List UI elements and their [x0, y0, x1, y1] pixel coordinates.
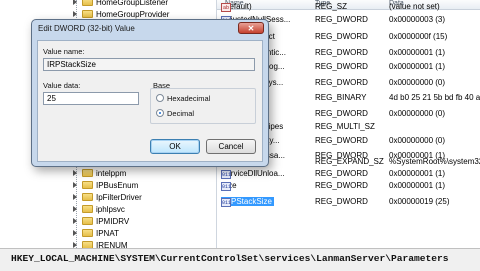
value-type-cell: REG_DWORD — [315, 15, 368, 24]
value-name-cell: 011 IRPStackSize — [221, 197, 274, 207]
tree-item[interactable]: iphlpsvc — [72, 203, 125, 215]
value-data-cell: 0x00000000 (0) — [389, 109, 446, 118]
folder-icon — [82, 181, 93, 189]
value-row[interactable]: 011Size REG_DWORD 0x00000001 (1) — [217, 180, 480, 192]
status-bar: HKEY_LOCAL_MACHINE\SYSTEM\CurrentControl… — [0, 248, 480, 271]
value-data-cell: 0x00000000 (0) — [389, 136, 446, 145]
value-name-cell: 011Size — [221, 181, 237, 191]
value-type-cell: REG_DWORD — [315, 48, 368, 57]
cancel-button[interactable]: Cancel — [206, 139, 256, 154]
folder-icon — [82, 205, 93, 213]
value-data-field[interactable]: 25 — [43, 92, 139, 105]
value-data-cell: 0x00000000 (0) — [389, 78, 446, 87]
expand-arrow-icon[interactable] — [72, 229, 79, 237]
value-data-cell: 0x00000001 (1) — [389, 62, 446, 71]
binary-value-icon: 011 — [221, 182, 232, 191]
value-type-cell: REG_DWORD — [315, 197, 368, 206]
string-value-icon: ab — [221, 3, 231, 12]
value-type-cell: REG_DWORD — [315, 78, 368, 87]
tree-item-label: iphlpsvc — [96, 204, 125, 214]
tree-item[interactable]: IPNAT — [72, 227, 119, 239]
value-data-cell: 0x00000001 (1) — [389, 169, 446, 178]
value-type-cell: REG_DWORD — [315, 136, 368, 145]
tree-item[interactable]: IPMIDRV — [72, 215, 129, 227]
tree-item-label: IPBusEnum — [96, 180, 139, 190]
expand-arrow-icon[interactable] — [72, 181, 79, 189]
ok-button[interactable]: OK — [150, 139, 200, 154]
value-data-cell: 4d b0 25 21 5b bd fb 40 a — [389, 93, 480, 102]
tree-item-label: IPMIDRV — [96, 216, 130, 226]
registry-path: HKEY_LOCAL_MACHINE\SYSTEM\CurrentControl… — [11, 253, 449, 264]
folder-icon — [82, 10, 93, 18]
hexadecimal-radio[interactable] — [156, 94, 164, 102]
expand-arrow-icon[interactable] — [72, 205, 79, 213]
expand-arrow-icon[interactable] — [72, 0, 79, 6]
folder-icon — [82, 193, 93, 201]
value-type-cell: REG_DWORD — [315, 32, 368, 41]
folder-icon — [82, 217, 93, 225]
dialog-body: Value name: IRPStackSize Value data: 25 … — [37, 40, 263, 162]
expand-arrow-icon[interactable] — [72, 193, 79, 201]
value-row[interactable]: 011 ServiceDllUnloa... REG_DWORD 0x00000001… — [217, 168, 480, 180]
value-type-cell: REG_BINARY — [315, 93, 367, 102]
edit-dword-dialog: Edit DWORD (32-bit) Value ✕ Value name: … — [31, 19, 269, 167]
tree-item[interactable]: intelppm — [72, 167, 126, 179]
value-data-cell: 0x00000003 (3) — [389, 15, 446, 24]
value-type-cell: REG_EXPAND_SZ — [315, 157, 384, 166]
value-type-cell: REG_DWORD — [315, 109, 368, 118]
binary-value-icon: 011 — [221, 170, 232, 179]
value-row[interactable]: ab (Default) REG_SZ (value not set) — [217, 1, 480, 13]
value-row[interactable]: 011 IRPStackSize REG_DWORD 0x00000019 (25) — [217, 196, 480, 208]
decimal-radio[interactable] — [156, 109, 164, 117]
tree-item[interactable]: HomeGroupListener — [72, 0, 168, 8]
value-data-cell: %SystemRoot%\system32 — [389, 157, 480, 166]
tree-item-label: intelppm — [96, 168, 127, 178]
tree-item-label: HomeGroupProvider — [96, 9, 170, 19]
value-type-cell: REG_DWORD — [315, 169, 368, 178]
dialog-title: Edit DWORD (32-bit) Value — [38, 24, 135, 33]
value-type-cell: REG_SZ — [315, 2, 348, 11]
binary-value-icon: 011 — [221, 198, 232, 207]
value-data-cell: 0x00000001 (1) — [389, 181, 446, 190]
close-button[interactable]: ✕ — [238, 22, 264, 34]
decimal-label[interactable]: Decimal — [167, 109, 194, 118]
expand-arrow-icon[interactable] — [72, 217, 79, 225]
value-data-label: Value data: — [43, 81, 81, 90]
folder-icon — [82, 229, 93, 237]
value-name-cell: 011 ServiceDllUnloa... — [221, 169, 285, 179]
value-name-field[interactable]: IRPStackSize — [43, 58, 255, 71]
value-type-cell: REG_DWORD — [315, 62, 368, 71]
value-data-cell: 0x0000000f (15) — [389, 32, 448, 41]
expand-arrow-icon[interactable] — [72, 169, 79, 177]
value-type-cell: REG_DWORD — [315, 181, 368, 190]
value-type-cell: REG_MULTI_SZ — [315, 122, 375, 131]
tree-item[interactable]: IpFilterDriver — [72, 191, 142, 203]
value-data-cell: 0x00000001 (1) — [389, 48, 446, 57]
value-name-label: Value name: — [43, 47, 85, 56]
tree-item-label: IPNAT — [96, 228, 119, 238]
folder-icon — [82, 0, 93, 6]
value-name-cell: ab (Default) — [221, 2, 252, 12]
hexadecimal-label[interactable]: Hexadecimal — [167, 94, 210, 103]
value-data-cell: 0x00000019 (25) — [389, 197, 450, 206]
tree-item-label: IpFilterDriver — [96, 192, 142, 202]
expand-arrow-icon[interactable] — [72, 10, 79, 18]
value-data-cell: (value not set) — [389, 2, 440, 11]
tree-item-label: HomeGroupListener — [96, 0, 169, 7]
tree-item[interactable]: IPBusEnum — [72, 179, 138, 191]
folder-icon — [82, 169, 93, 177]
